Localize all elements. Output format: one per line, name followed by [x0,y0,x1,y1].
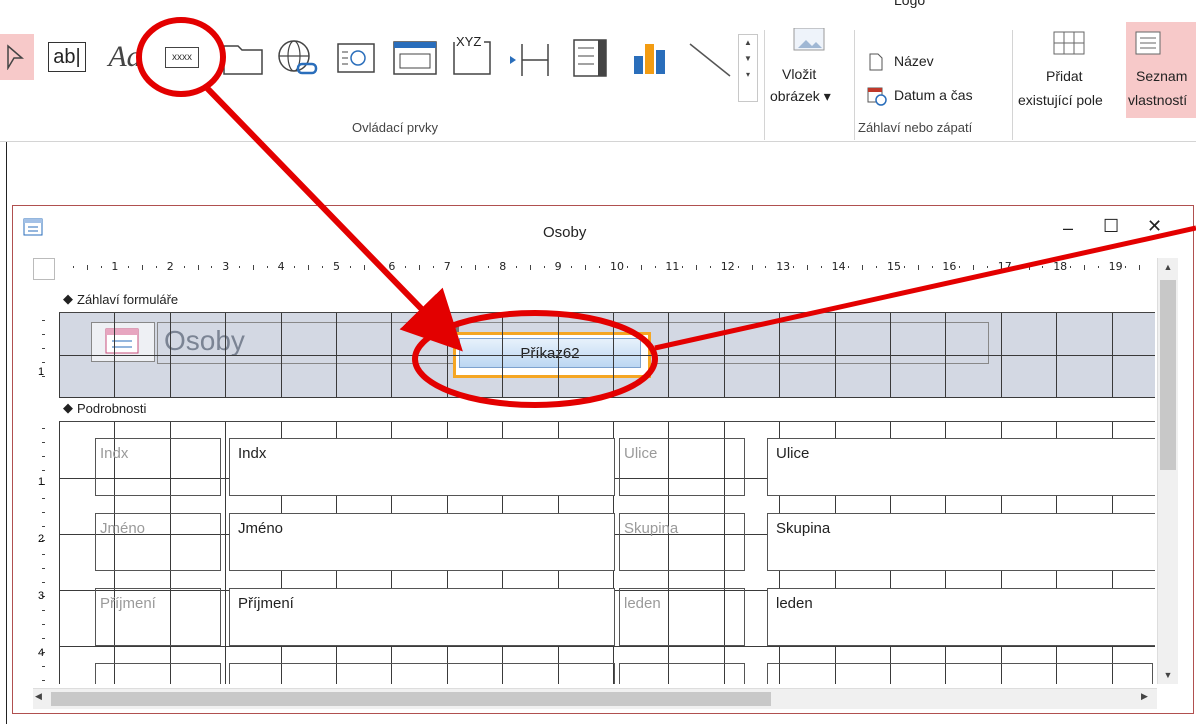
annotation-arrow [204,85,463,352]
annotation-overlay [136,17,1196,408]
annotation-circle-button [412,310,658,408]
annotation-circle-tool [136,17,226,97]
annotation-line [654,225,1196,351]
